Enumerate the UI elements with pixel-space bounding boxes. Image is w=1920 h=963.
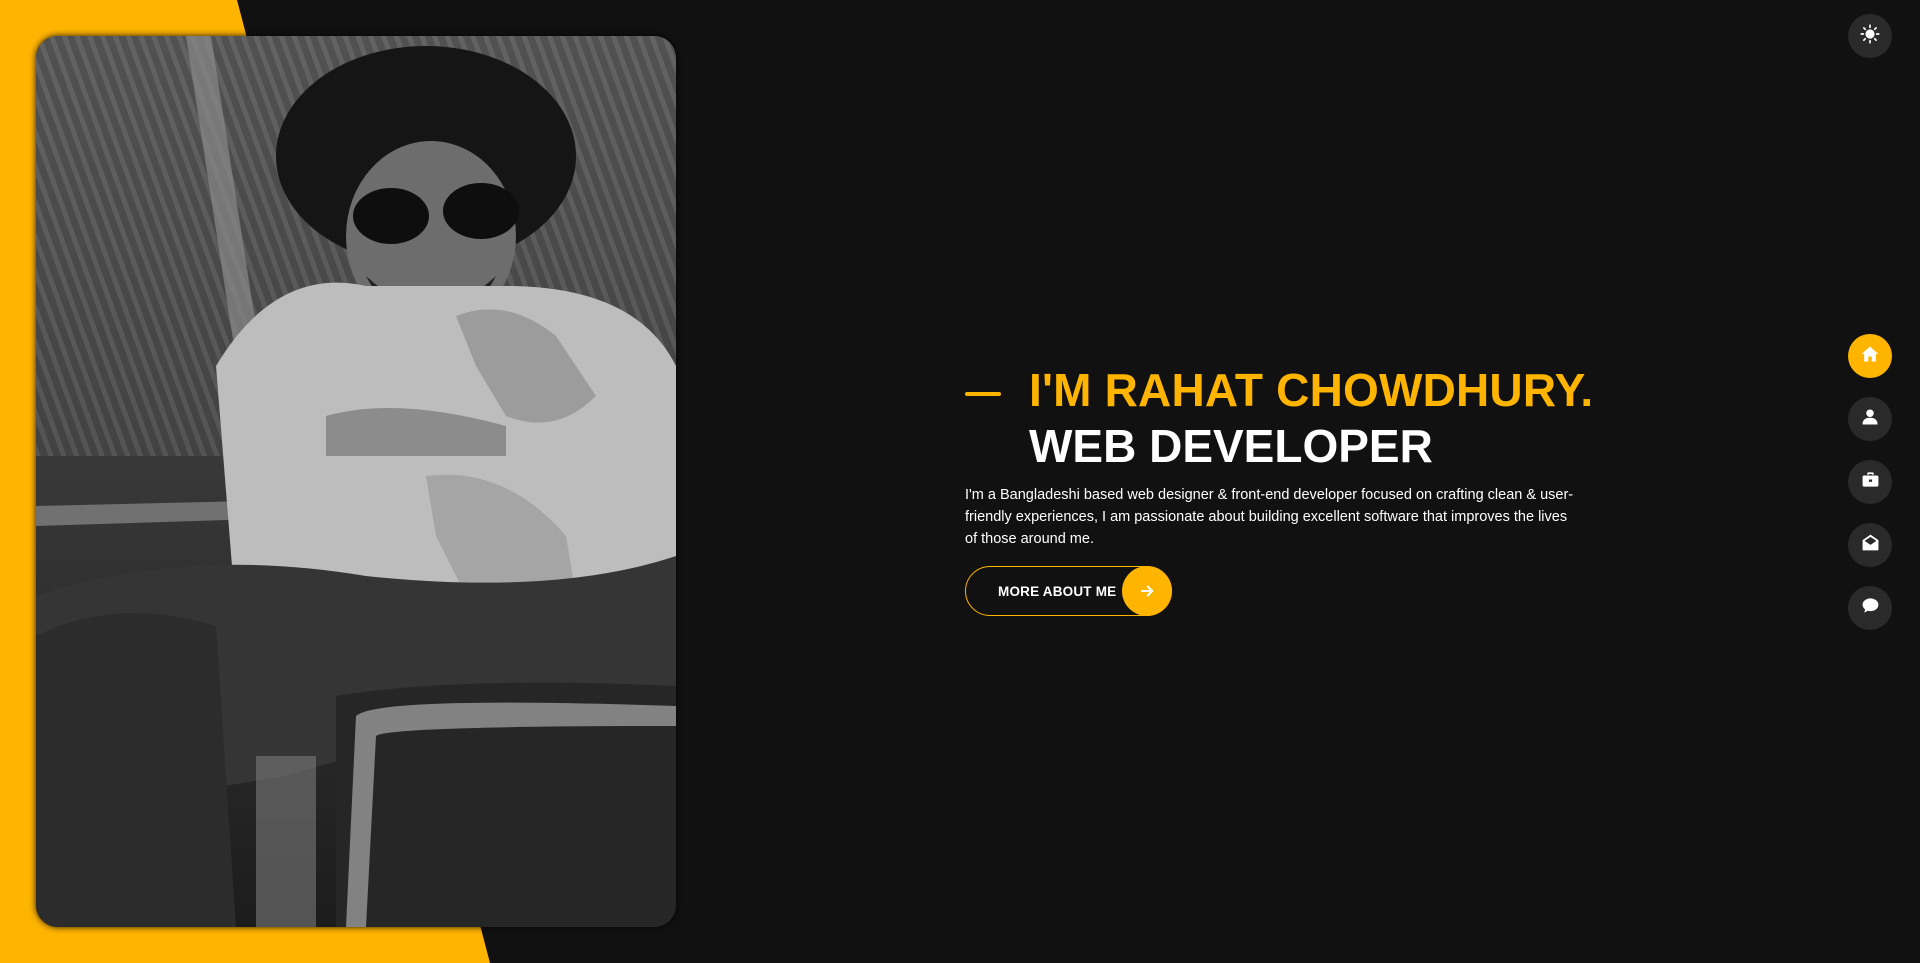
profile-photo (36, 36, 676, 927)
user-icon (1861, 408, 1879, 431)
nav-blog-button[interactable] (1848, 586, 1892, 630)
nav-portfolio-button[interactable] (1848, 460, 1892, 504)
hero-intro-text: I'm a Bangladeshi based web designer & f… (965, 487, 1574, 547)
nav-about-button[interactable] (1848, 397, 1892, 441)
hero-role: WEB DEVELOPER (1029, 420, 1433, 472)
nav-contact-button[interactable] (1848, 523, 1892, 567)
briefcase-icon (1861, 470, 1880, 494)
hero-name: I'M RAHAT CHOWDHURY. (1029, 364, 1594, 416)
hero-title: I'M RAHAT CHOWDHURY. WEB DEVELOPER (965, 362, 1605, 474)
title-accent-dash (965, 392, 1001, 396)
more-about-me-label: MORE ABOUT ME (998, 583, 1117, 599)
envelope-open-icon (1861, 533, 1880, 557)
sun-icon (1860, 23, 1880, 49)
nav-home-button[interactable] (1848, 334, 1892, 378)
home-icon (1860, 344, 1880, 369)
theme-toggle-button[interactable] (1848, 14, 1892, 58)
side-navigation (1848, 334, 1892, 649)
hero-section: I'M RAHAT CHOWDHURY. WEB DEVELOPER I'm a… (965, 362, 1605, 616)
more-about-me-button[interactable]: MORE ABOUT ME (965, 566, 1172, 616)
comment-icon (1861, 596, 1880, 620)
arrow-right-icon (1122, 566, 1172, 616)
